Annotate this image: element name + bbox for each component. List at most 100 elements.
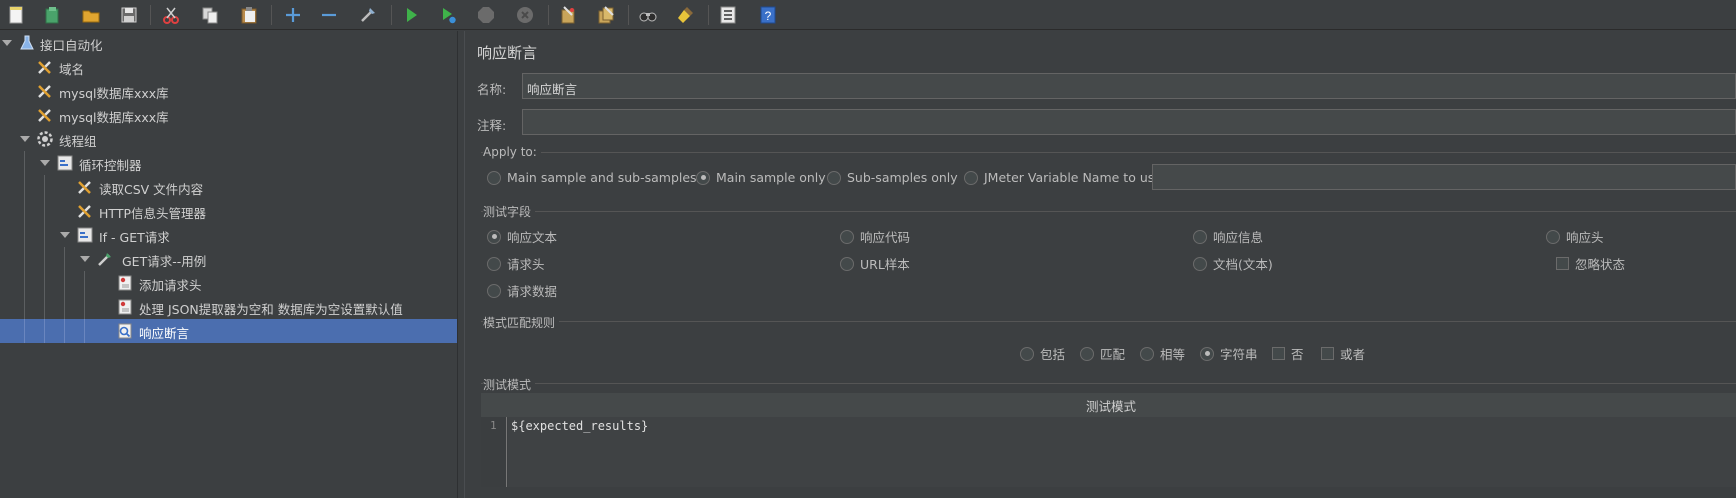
tree-node-label: 响应断言 — [139, 326, 190, 341]
tree-node-label: GET请求--用例 — [122, 254, 207, 269]
radio-label: 匹配 — [1100, 347, 1126, 362]
radio-label: URL样本 — [860, 257, 910, 272]
radio-label: 文档(文本) — [1213, 257, 1273, 272]
copy-icon[interactable] — [198, 3, 222, 27]
collapse-icon[interactable] — [317, 3, 341, 27]
field-response-message-radio[interactable]: 响应信息 — [1193, 227, 1263, 246]
apply-main-only-radio[interactable]: Main sample only — [696, 170, 826, 185]
name-field[interactable]: 响应断言 — [522, 73, 1736, 99]
line-gutter: 1 — [481, 417, 507, 487]
tree-node-label: 读取CSV 文件内容 — [99, 182, 204, 197]
panel-splitter[interactable] — [457, 31, 465, 498]
tree-node-label: If - GET请求 — [99, 230, 170, 245]
preprocessor-icon — [116, 274, 134, 292]
rule-contains-radio[interactable]: 包括 — [1020, 344, 1065, 363]
tree-node-http-header-manager[interactable]: HTTP信息头管理器 — [0, 199, 457, 223]
expand-icon[interactable] — [281, 3, 305, 27]
testplan-icon — [18, 34, 36, 52]
tree-node-json-default-handler[interactable]: 处理 JSON提取器为空和 数据库为空设置默认值 — [0, 295, 457, 319]
field-response-headers-radio[interactable]: 响应头 — [1546, 227, 1604, 246]
new-icon[interactable] — [4, 3, 28, 27]
shutdown-icon[interactable] — [513, 3, 537, 27]
radio-label: Sub-samples only — [847, 170, 958, 185]
controller-icon — [76, 226, 94, 244]
apply-jmeter-variable-radio[interactable]: JMeter Variable Name to use — [964, 170, 1162, 185]
tree-node-loop-controller[interactable]: 循环控制器 — [0, 151, 457, 175]
apply-sub-only-radio[interactable]: Sub-samples only — [827, 170, 958, 185]
tree-node-csv-config[interactable]: 读取CSV 文件内容 — [0, 175, 457, 199]
pattern-line: ${expected_results} — [511, 419, 649, 433]
radio-label: 响应文本 — [507, 230, 558, 245]
tree-node-label: 循环控制器 — [79, 158, 142, 173]
tree-node-add-request-header[interactable]: 添加请求头 — [0, 271, 457, 295]
toggle-icon[interactable] — [356, 3, 380, 27]
tree-node-mysql-1[interactable]: mysql数据库xxx库 — [0, 79, 457, 103]
apply-main-and-sub-radio[interactable]: Main sample and sub-samples — [487, 170, 697, 185]
cut-icon[interactable] — [159, 3, 183, 27]
stop-icon[interactable] — [474, 3, 498, 27]
tree-node-label: mysql数据库xxx库 — [59, 110, 169, 125]
rule-not-checkbox[interactable]: 否 — [1272, 344, 1304, 363]
clear-all-icon[interactable] — [594, 3, 618, 27]
field-response-text-radio[interactable]: 响应文本 — [487, 227, 557, 246]
radio-label: JMeter Variable Name to use — [984, 170, 1162, 185]
expand-arrow-icon[interactable] — [20, 136, 30, 142]
field-request-headers-radio[interactable]: 请求头 — [487, 254, 545, 273]
field-url-sample-radio[interactable]: URL样本 — [840, 254, 910, 273]
expand-arrow-icon[interactable] — [40, 160, 50, 166]
comment-field[interactable] — [522, 109, 1736, 135]
jmeter-variable-field[interactable] — [1152, 164, 1736, 190]
rule-matches-radio[interactable]: 匹配 — [1080, 344, 1125, 363]
config-element-icon — [76, 202, 94, 220]
paste-icon[interactable] — [237, 3, 261, 27]
expand-arrow-icon[interactable] — [80, 256, 90, 262]
tree-node-label: 线程组 — [59, 134, 97, 149]
expand-arrow-icon[interactable] — [2, 40, 12, 46]
save-icon[interactable] — [117, 3, 141, 27]
config-element-icon — [76, 178, 94, 196]
tree-node-thread-group[interactable]: 线程组 — [0, 127, 457, 151]
tree-node-test-plan[interactable]: 接口自动化 — [0, 31, 457, 55]
tree-node-get-request[interactable]: GET请求--用例 — [0, 247, 457, 271]
tree-node-label: 处理 JSON提取器为空和 数据库为空设置默认值 — [139, 302, 403, 317]
rule-equals-radio[interactable]: 相等 — [1140, 344, 1185, 363]
open-icon[interactable] — [79, 3, 103, 27]
radio-label: Main sample only — [716, 170, 826, 185]
tree-node-label: 添加请求头 — [139, 278, 202, 293]
radio-label: 包括 — [1040, 347, 1066, 362]
start-icon[interactable] — [399, 3, 423, 27]
radio-label: Main sample and sub-samples — [507, 170, 697, 185]
reset-search-icon[interactable] — [674, 3, 698, 27]
pattern-text-area[interactable]: ${expected_results} — [508, 417, 1736, 487]
templates-icon[interactable] — [40, 3, 64, 27]
tree-node-label: HTTP信息头管理器 — [99, 206, 206, 221]
patterns-editor: 测试模式 1 ${expected_results} — [481, 393, 1736, 487]
radio-label: 响应代码 — [860, 230, 911, 245]
search-icon[interactable] — [636, 3, 660, 27]
tree-node-mysql-2[interactable]: mysql数据库xxx库 — [0, 103, 457, 127]
ignore-status-checkbox[interactable]: 忽略状态 — [1556, 254, 1625, 273]
rule-substring-radio[interactable]: 字符串 — [1200, 344, 1258, 363]
assertion-icon — [116, 322, 134, 340]
sampler-icon — [96, 250, 114, 268]
expand-arrow-icon[interactable] — [60, 232, 70, 238]
start-no-pause-icon[interactable] — [436, 3, 460, 27]
tree-node-label: 域名 — [59, 62, 85, 77]
comment-label: 注释: — [477, 118, 507, 133]
tree-node-response-assertion[interactable]: 响应断言 — [0, 319, 457, 343]
field-document-text-radio[interactable]: 文档(文本) — [1193, 254, 1273, 273]
help-icon[interactable]: ? — [756, 3, 780, 27]
checkbox-label: 忽略状态 — [1575, 257, 1626, 272]
response-assertion-panel: 响应断言 名称: 响应断言 注释: Apply to: Main sample … — [466, 31, 1736, 498]
controller-icon — [56, 154, 74, 172]
panel-title: 响应断言 — [477, 44, 538, 62]
rule-or-checkbox[interactable]: 或者 — [1321, 344, 1365, 363]
radio-label: 响应信息 — [1213, 230, 1264, 245]
clear-icon[interactable] — [556, 3, 580, 27]
tree-node-domain[interactable]: 域名 — [0, 55, 457, 79]
tree-node-if-controller[interactable]: If - GET请求 — [0, 223, 457, 247]
field-request-data-radio[interactable]: 请求数据 — [487, 281, 557, 300]
pattern-rules-title: 模式匹配规则 — [483, 314, 560, 331]
field-response-code-radio[interactable]: 响应代码 — [840, 227, 910, 246]
function-helper-icon[interactable] — [716, 3, 740, 27]
